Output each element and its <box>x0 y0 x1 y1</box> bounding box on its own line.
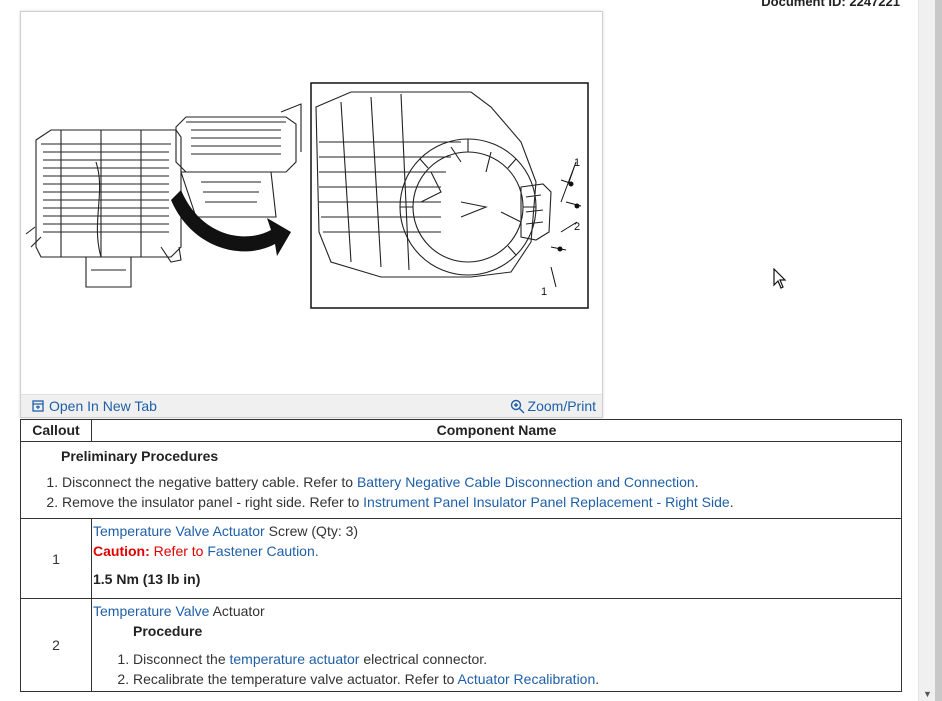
table-row: 2 Temperature Valve Actuator Procedure D… <box>20 598 902 692</box>
zoom-print-label: Zoom/Print <box>527 398 596 414</box>
preliminary-procedures-cell: Preliminary Procedures Disconnect the ne… <box>20 441 902 519</box>
open-new-tab-icon <box>32 400 44 412</box>
preliminary-procedures-row: Preliminary Procedures Disconnect the ne… <box>20 441 902 519</box>
list-item: Recalibrate the temperature valve actuat… <box>133 669 900 689</box>
step-text: Recalibrate the temperature valve actuat… <box>133 671 458 687</box>
battery-cable-link[interactable]: Battery Negative Cable Disconnection and… <box>357 474 695 490</box>
component-name-column-header: Component Name <box>91 419 902 442</box>
temperature-valve-link[interactable]: Temperature Valve <box>93 603 209 619</box>
open-in-new-tab-link[interactable]: Open In New Tab <box>32 398 157 414</box>
caution-label: Caution: <box>93 543 150 559</box>
insulator-panel-link[interactable]: Instrument Panel Insulator Panel Replace… <box>363 494 730 510</box>
list-item: Disconnect the temperature actuator elec… <box>133 649 900 669</box>
component-cell: Temperature Valve Actuator Procedure Dis… <box>91 598 902 692</box>
table-row: 1 Temperature Valve Actuator Screw (Qty:… <box>20 518 902 599</box>
component-name-rest: Screw (Qty: 3) <box>264 523 359 539</box>
step-text-end: . <box>694 474 699 490</box>
component-name-rest: Actuator <box>209 603 265 619</box>
temperature-actuator-link[interactable]: temperature actuator <box>230 651 360 667</box>
list-item: Remove the insulator panel - right side.… <box>62 492 895 512</box>
component-cell: Temperature Valve Actuator Screw (Qty: 3… <box>91 518 902 599</box>
zoom-print-link[interactable]: Zoom/Print <box>510 398 596 414</box>
document-id: Document ID: 2247221 <box>761 0 900 9</box>
procedure-title: Procedure <box>133 623 203 639</box>
component-illustration[interactable]: 1 2 1 <box>21 12 602 394</box>
callout-label: 1 <box>574 157 580 169</box>
callout-column-header: Callout <box>20 419 92 442</box>
step-text: Disconnect the negative battery cable. R… <box>62 474 357 490</box>
callout-label: 2 <box>574 221 580 233</box>
scroll-down-arrow-icon[interactable]: ▼ <box>923 689 932 699</box>
figure-card: 1 2 1 Open In New Tab Zoom/Print <box>20 11 603 418</box>
step-text-end: . <box>729 494 734 510</box>
preliminary-procedures-title: Preliminary Procedures <box>61 448 219 464</box>
scrollbar-thumb[interactable] <box>935 0 942 701</box>
preliminary-steps-list: Disconnect the negative battery cable. R… <box>29 472 895 512</box>
callout-table: Callout Component Name Preliminary Proce… <box>20 419 902 692</box>
step-text-end: . <box>595 671 600 687</box>
callout-number: 2 <box>20 598 92 692</box>
callout-label: 1 <box>541 286 547 298</box>
step-text: Disconnect the <box>133 651 230 667</box>
hvac-module-drawing: 1 2 1 <box>25 82 589 309</box>
vertical-scrollbar[interactable]: ▼ <box>918 0 942 701</box>
callout-number: 1 <box>20 518 92 599</box>
mouse-cursor-icon <box>773 268 787 289</box>
temperature-valve-actuator-link[interactable]: Temperature Valve Actuator <box>93 523 265 539</box>
actuator-recalibration-link[interactable]: Actuator Recalibration <box>458 671 596 687</box>
step-text-end: electrical connector. <box>359 651 488 667</box>
magnifier-icon <box>510 399 525 413</box>
caution-text: Refer to <box>149 543 208 559</box>
table-header-row: Callout Component Name <box>20 419 902 442</box>
figure-toolbar: Open In New Tab Zoom/Print <box>21 394 602 417</box>
open-in-new-tab-label: Open In New Tab <box>49 398 157 414</box>
torque-spec: 1.5 Nm (13 lb in) <box>93 571 201 587</box>
procedure-steps-list: Disconnect the temperature actuator elec… <box>93 649 900 689</box>
fastener-caution-link[interactable]: Fastener Caution <box>207 543 314 559</box>
step-text: Remove the insulator panel - right side.… <box>62 494 364 510</box>
caution-text-end: . <box>314 543 319 559</box>
list-item: Disconnect the negative battery cable. R… <box>62 472 895 492</box>
